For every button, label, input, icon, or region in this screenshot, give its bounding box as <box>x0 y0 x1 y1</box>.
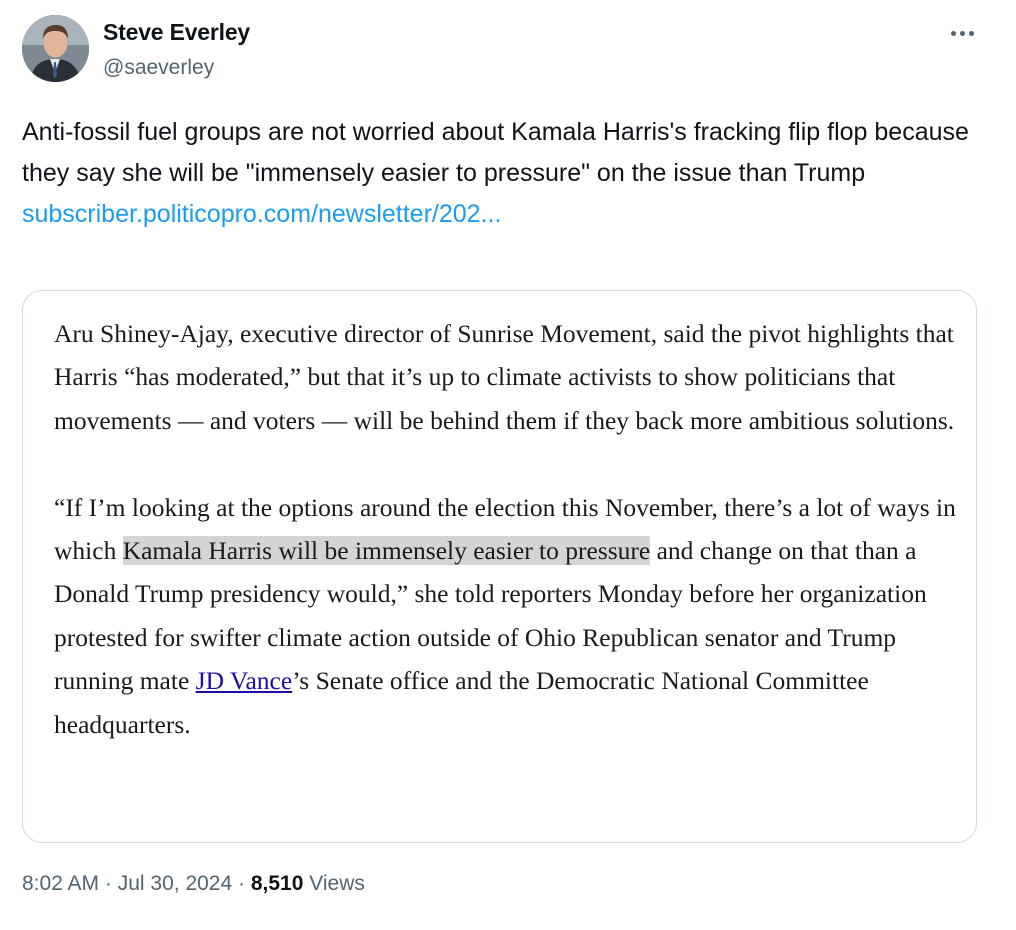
quote-paragraph-2: “If I’m looking at the options around th… <box>54 486 964 746</box>
profile-photo-icon <box>22 15 89 82</box>
more-horizontal-icon-dot <box>968 30 974 36</box>
more-horizontal-icon-dot <box>959 30 965 36</box>
views-count[interactable]: 8,510 <box>251 872 304 895</box>
jd-vance-link[interactable]: JD Vance <box>196 666 293 695</box>
tweet-body: Anti-fossil fuel groups are not worried … <box>22 118 969 187</box>
quote-paragraph-1: Aru Shiney-Ajay, executive director of S… <box>54 319 955 435</box>
views-label[interactable]: Views <box>303 872 365 895</box>
quote-image-card[interactable]: Aru Shiney-Ajay, executive director of S… <box>22 290 977 843</box>
meta-separator: · <box>232 872 251 895</box>
author-name[interactable]: Steve Everley <box>103 19 250 46</box>
tweet-time[interactable]: 8:02 AM <box>22 872 99 895</box>
meta-separator: · <box>99 872 118 895</box>
tweet: Steve Everley @saeverley Anti-fossil fue… <box>0 0 1016 930</box>
author-handle[interactable]: @saeverley <box>103 56 214 80</box>
more-button[interactable] <box>942 20 982 46</box>
tweet-metadata: 8:02 AM · Jul 30, 2024 · 8,510 Views <box>22 872 365 896</box>
tweet-text: Anti-fossil fuel groups are not worried … <box>22 112 992 235</box>
quote-text: Aru Shiney-Ajay, executive director of S… <box>54 312 964 746</box>
tweet-link[interactable]: subscriber.politicopro.com/newsletter/20… <box>22 194 992 235</box>
more-horizontal-icon <box>950 30 956 36</box>
tweet-date[interactable]: Jul 30, 2024 <box>118 872 232 895</box>
highlighted-quote: Kamala Harris will be immensely easier t… <box>122 536 651 566</box>
avatar[interactable] <box>22 15 89 82</box>
